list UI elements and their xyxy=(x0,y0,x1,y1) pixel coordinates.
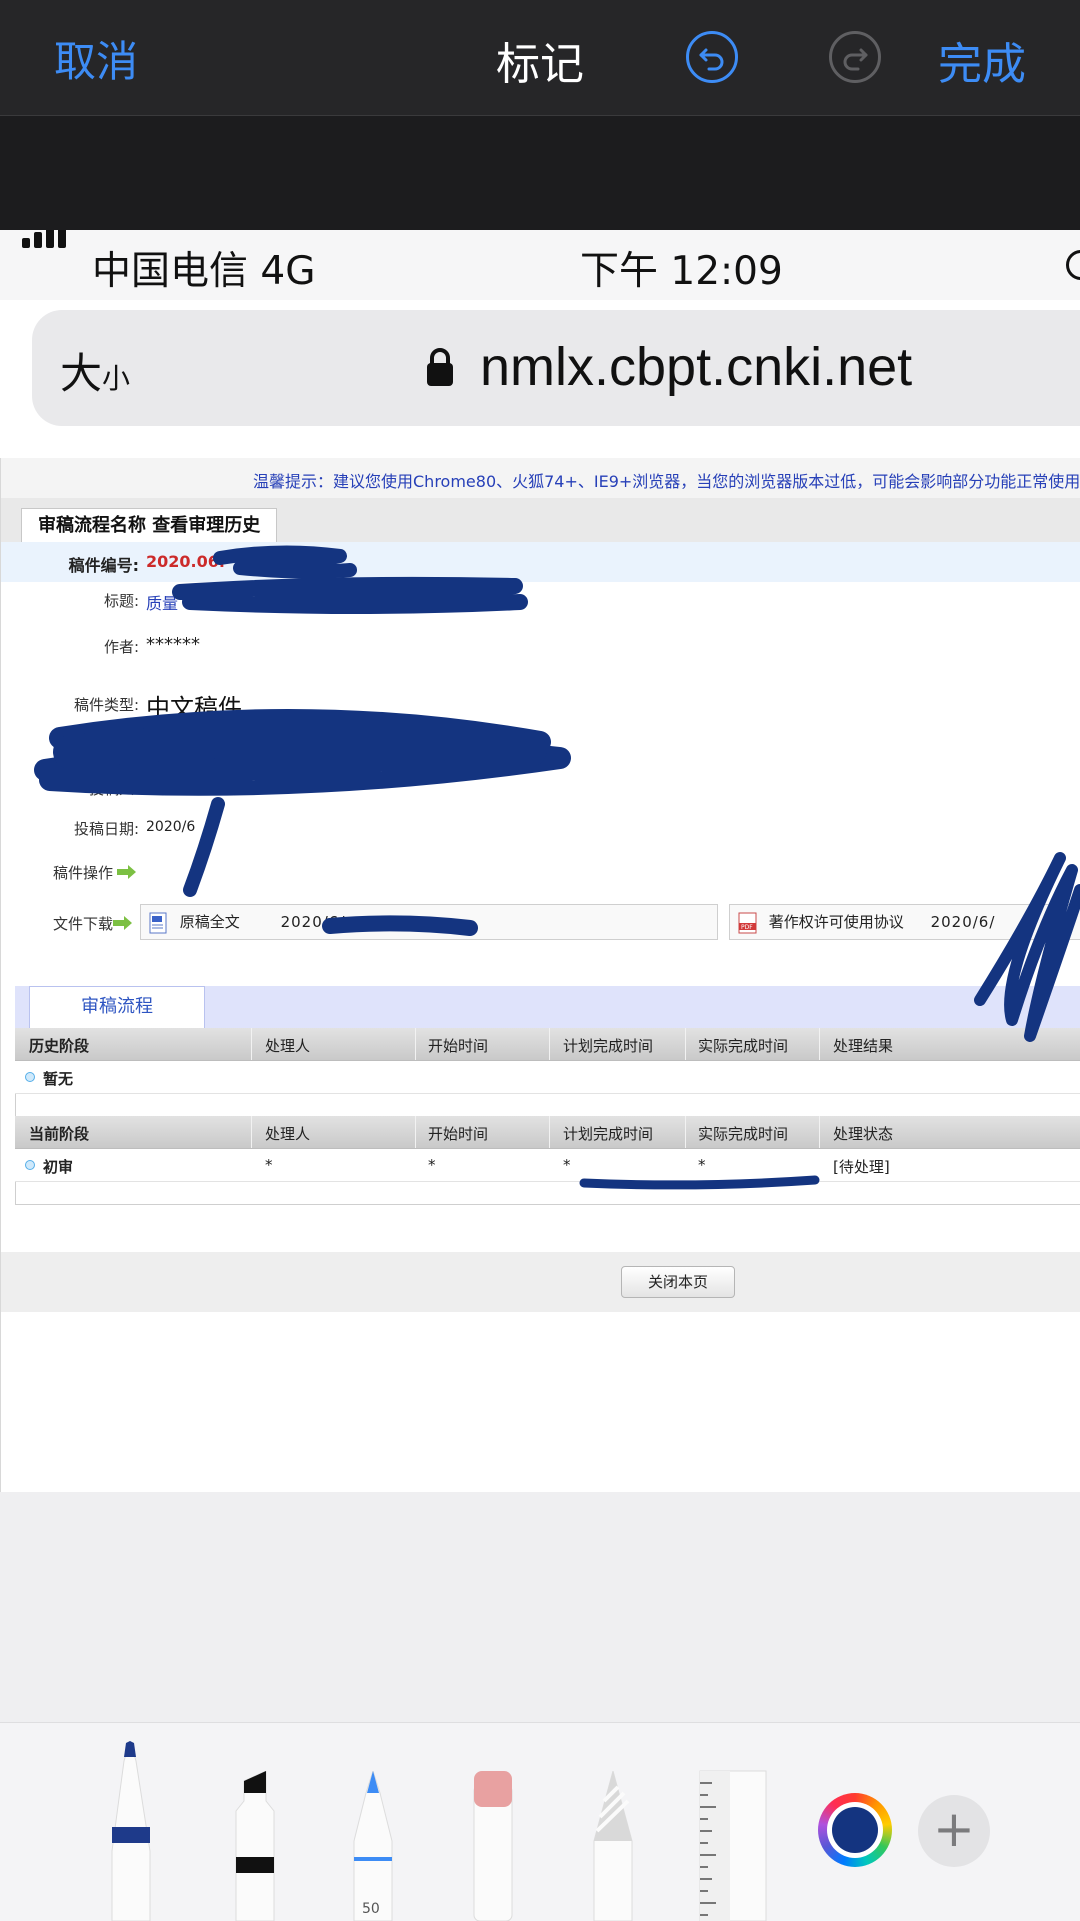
add-button[interactable]: + xyxy=(918,1795,990,1867)
markup-title: 标记 xyxy=(496,39,584,90)
color-picker-icon[interactable] xyxy=(818,1793,892,1867)
pencil-size-label: 50 xyxy=(362,1901,380,1917)
eraser-tool-icon[interactable] xyxy=(470,1771,516,1921)
markup-toolbar: 50 + xyxy=(0,1722,1080,1921)
redo-icon[interactable] xyxy=(829,31,881,83)
markup-top-bar: 取消 标记 完成 xyxy=(0,0,1080,116)
cancel-button[interactable]: 取消 xyxy=(54,28,138,89)
undo-icon[interactable] xyxy=(686,31,738,83)
selected-color-swatch xyxy=(832,1807,878,1853)
marker-tool-icon[interactable] xyxy=(230,1771,280,1921)
ruler-tool-icon[interactable] xyxy=(698,1769,768,1921)
markup-scribbles xyxy=(34,545,1080,1190)
lasso-tool-icon[interactable] xyxy=(588,1771,638,1921)
screenshot-canvas[interactable]: 中国电信 4G 下午 12:09 大小 nmlx.cbpt.cnki.net 温… xyxy=(0,230,1080,1492)
pen-tool-icon[interactable] xyxy=(106,1741,156,1921)
done-button[interactable]: 完成 xyxy=(938,28,1026,92)
pencil-tool-icon[interactable] xyxy=(350,1771,396,1921)
markup-backdrop xyxy=(0,116,1080,230)
